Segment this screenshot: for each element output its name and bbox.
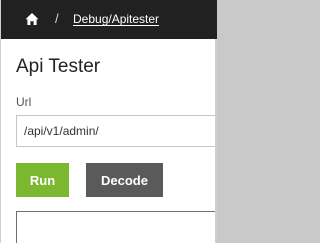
window-edge-divider <box>215 39 217 243</box>
run-button[interactable]: Run <box>16 163 69 197</box>
page-title: Api Tester <box>16 56 101 77</box>
home-icon[interactable] <box>25 12 39 26</box>
url-input[interactable] <box>16 115 217 147</box>
breadcrumb-separator: / <box>55 11 59 26</box>
api-tester-window: / Debug/Apitester Api Tester Url Run Dec… <box>0 0 217 243</box>
decode-button[interactable]: Decode <box>86 163 163 197</box>
breadcrumb: / Debug/Apitester <box>1 0 217 39</box>
breadcrumb-link-debug-apitester[interactable]: Debug/Apitester <box>73 11 159 27</box>
url-label: Url <box>16 95 32 109</box>
request-body-textarea[interactable] <box>16 211 217 243</box>
